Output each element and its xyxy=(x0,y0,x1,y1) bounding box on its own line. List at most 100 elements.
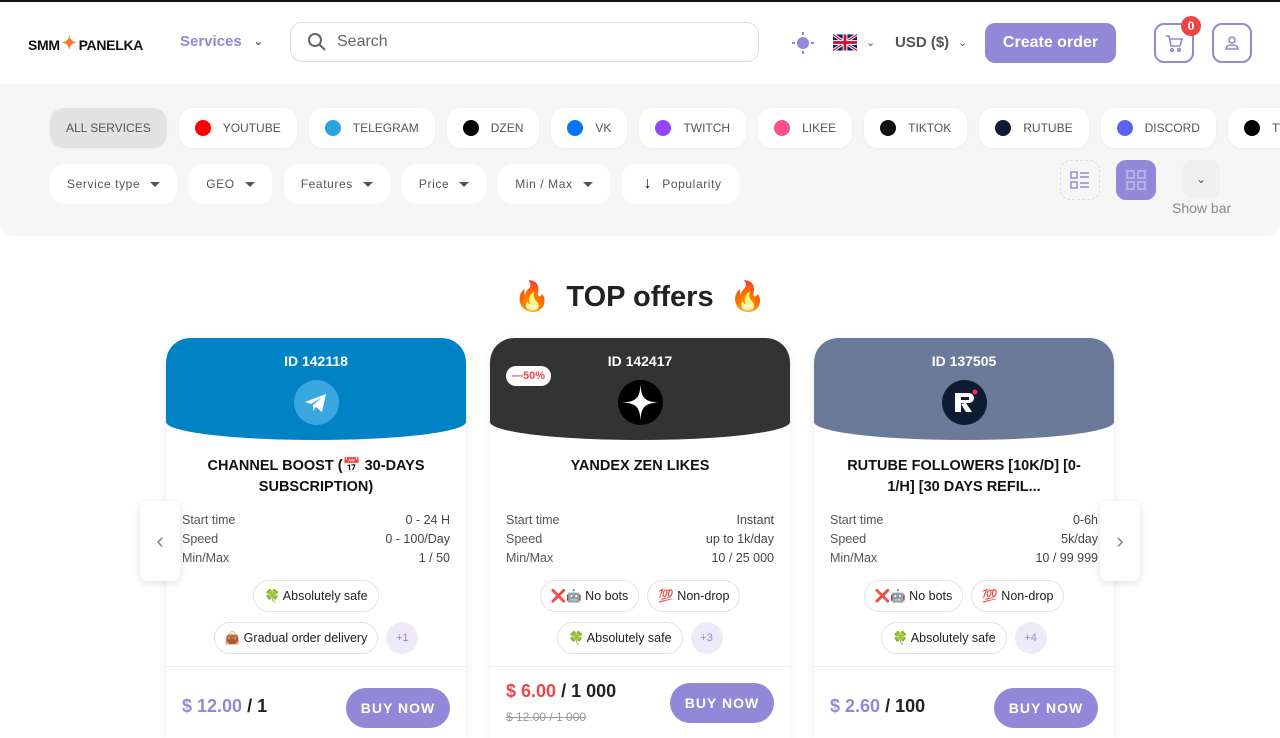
carousel-next-button[interactable]: › xyxy=(1100,501,1140,581)
offer-name: YANDEX ZEN LIKES xyxy=(570,458,710,474)
platform-logo-icon xyxy=(942,380,987,425)
platform-chip-vk[interactable]: VK xyxy=(551,108,628,148)
list-view-button[interactable] xyxy=(1060,160,1100,200)
offer-name: RUTUBE FOLLOWERS [10K/D] [0-1/H] [30 DAY… xyxy=(847,458,1081,495)
more-tags-badge[interactable]: +1 xyxy=(386,622,419,654)
logo-text: PANELKA xyxy=(78,36,144,53)
logo[interactable]: SMM ✦ PANELKA xyxy=(28,33,144,55)
buy-now-button[interactable]: BUY NOW xyxy=(346,688,450,728)
divider xyxy=(490,666,790,667)
filter-min-max[interactable]: Min / Max xyxy=(498,164,610,204)
offer-name: CHANNEL BOOST (📅 30-DAYS SUBSCRIPTION) xyxy=(207,458,425,495)
filter-features[interactable]: Features xyxy=(283,164,390,204)
currency-select[interactable]: USD ($) xyxy=(895,34,949,51)
price-amount: $ 2.60 xyxy=(830,696,881,716)
more-tags-badge[interactable]: +3 xyxy=(690,622,723,654)
stat-value: 10 / 25 000 xyxy=(711,551,774,565)
card-header: ID 137505 xyxy=(814,338,1114,440)
caret-down-icon xyxy=(362,181,373,187)
stat-row: Speed 5k/day xyxy=(830,530,1098,549)
filter-price[interactable]: Price xyxy=(401,164,487,204)
filter-geo[interactable]: GEO xyxy=(189,164,272,204)
caret-down-icon xyxy=(150,181,161,187)
stat-label: Min/Max xyxy=(182,551,230,565)
profile-button[interactable] xyxy=(1212,23,1252,63)
offer-card[interactable]: ID 142118 CHANNEL BOOST (📅 30-DAYS SUBSC… xyxy=(166,338,466,738)
section-title: 🔥 TOP offers 🔥 xyxy=(0,280,1280,314)
stat-label: Min/Max xyxy=(506,551,554,565)
chip-label: TWITTER xyxy=(1271,121,1280,135)
chevron-down-icon[interactable]: ⌄ xyxy=(866,36,875,49)
chevron-down-icon[interactable]: ⌄ xyxy=(958,36,967,49)
stat-value: Instant xyxy=(736,513,774,527)
discount-badge: —50% xyxy=(506,366,552,386)
telegram-icon xyxy=(324,120,341,136)
old-price: $ 12.00 / 1 000 xyxy=(506,710,587,724)
search-box[interactable] xyxy=(290,22,759,62)
cart-icon xyxy=(1166,35,1184,53)
platform-chip-rutube[interactable]: RUTUBE xyxy=(979,108,1089,148)
card-header: ID 142118 xyxy=(166,338,466,440)
fire-icon: 🔥 xyxy=(729,281,766,313)
chip-label: DISCORD xyxy=(1144,121,1200,135)
chip-label: RUTUBE xyxy=(1023,121,1073,135)
buy-now-button[interactable]: BUY NOW xyxy=(994,688,1098,728)
stat-row: Speed up to 1k/day xyxy=(506,530,774,549)
stat-row: Min/Max 10 / 25 000 xyxy=(506,549,774,568)
divider xyxy=(814,666,1114,667)
uk-flag-icon[interactable] xyxy=(833,34,857,51)
offer-card[interactable]: —50% ID 142417 YANDEX ZEN LIKES Start ti… xyxy=(490,338,790,738)
services-menu[interactable]: Services ⌄ xyxy=(180,33,263,50)
stat-label: Speed xyxy=(182,532,219,546)
create-order-button[interactable]: Create order xyxy=(985,23,1116,63)
offer-stats: Start time Instant Speed up to 1k/day Min/… xyxy=(506,511,774,568)
platform-chip-twitter[interactable]: TWITTER xyxy=(1227,108,1280,148)
platform-logo-icon xyxy=(294,380,339,425)
platform-chip-twitch[interactable]: TWITCH xyxy=(639,108,747,148)
platform-chip-discord[interactable]: DISCORD xyxy=(1100,108,1216,148)
offer-card[interactable]: ID 137505 RUTUBE FOLLOWERS [10K/D] [0-1/… xyxy=(814,338,1114,738)
stat-row: Start time 0-6h xyxy=(830,511,1098,530)
likee-icon xyxy=(774,120,791,136)
show-bar-label[interactable]: Show bar xyxy=(1172,200,1231,216)
filter-service-type[interactable]: Service type xyxy=(50,164,178,204)
offer-id: ID 142417 xyxy=(607,353,673,369)
theme-toggle-sun-icon[interactable] xyxy=(792,32,814,54)
carousel-prev-button[interactable]: ‹ xyxy=(140,501,180,581)
stat-row: Min/Max 1 / 50 xyxy=(182,549,450,568)
platform-chip-telegram[interactable]: TELEGRAM xyxy=(308,108,435,148)
feature-tag: 🍀 Absolutely safe xyxy=(253,580,379,612)
filter-label: Price xyxy=(418,177,450,191)
filter-label: Min / Max xyxy=(515,177,573,191)
platform-chip-dzen[interactable]: DZEN xyxy=(446,108,540,148)
logo-text: SMM xyxy=(28,36,60,53)
show-bar-toggle[interactable]: ⌄ xyxy=(1182,160,1220,198)
stat-label: Speed xyxy=(830,532,867,546)
grid-view-button[interactable] xyxy=(1116,160,1156,200)
platform-chip-tiktok[interactable]: TIKTOK xyxy=(864,108,968,148)
price-amount: $ 12.00 xyxy=(182,696,243,716)
buy-now-button[interactable]: BUY NOW xyxy=(670,683,774,723)
filter-label: GEO xyxy=(206,177,235,191)
chip-label: YOUTUBE xyxy=(222,121,281,135)
feature-tags: ❌🤖 No bots 💯 Non-drop 🍀 Absolutely safe +4 xyxy=(824,580,1104,654)
youtube-icon xyxy=(194,120,211,136)
feature-tag: 🍀 Absolutely safe xyxy=(881,622,1007,654)
platform-chip-likee[interactable]: LIKEE xyxy=(758,108,853,148)
stat-label: Start time xyxy=(506,513,560,527)
list-view-icon xyxy=(1070,171,1089,189)
offer-price: $ 12.00 / 1 xyxy=(182,696,267,717)
platform-chip-youtube[interactable]: YOUTUBE xyxy=(178,108,297,148)
search-input[interactable] xyxy=(337,33,717,51)
cart-count-badge: 0 xyxy=(1181,16,1201,36)
platform-chip-all-services[interactable]: ALL SERVICES xyxy=(50,108,167,148)
feature-tag: 💯 Non-drop xyxy=(971,580,1065,612)
chip-label: ALL SERVICES xyxy=(66,121,151,135)
stat-label: Min/Max xyxy=(830,551,878,565)
header: SMM✦PANELKA Services ⌄ ⌄ USD ($) ⌄ Create… xyxy=(0,2,1280,82)
caret-down-icon xyxy=(244,181,255,187)
stat-value: up to 1k/day xyxy=(705,532,774,546)
more-tags-badge[interactable]: +4 xyxy=(1014,622,1047,654)
sort-popularity[interactable]: ↓ Popularity xyxy=(621,164,739,204)
price-unit: / 1 xyxy=(247,696,268,716)
